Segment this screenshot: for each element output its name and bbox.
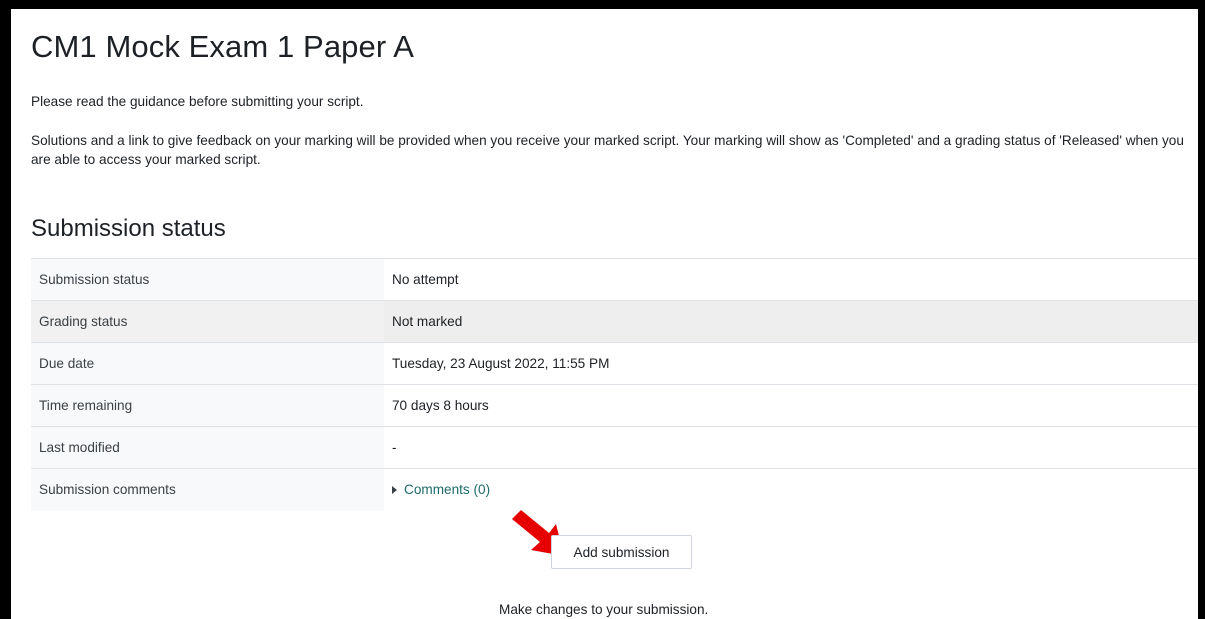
- row-label: Last modified: [31, 426, 384, 469]
- comments-toggle-link[interactable]: Comments (0): [392, 482, 490, 497]
- row-value: Comments (0): [384, 468, 1198, 511]
- add-submission-button[interactable]: Add submission: [551, 535, 692, 569]
- row-label: Due date: [31, 342, 384, 385]
- row-value: Tuesday, 23 August 2022, 11:55 PM: [384, 342, 1198, 385]
- guidance-text: Please read the guidance before submitti…: [31, 94, 364, 109]
- table-row-time-remaining: Time remaining 70 days 8 hours: [31, 384, 1198, 427]
- solutions-info-text: Solutions and a link to give feedback on…: [31, 133, 1184, 167]
- table-row-grading-status: Grading status Not marked: [31, 300, 1198, 343]
- caret-right-icon: [392, 486, 397, 495]
- table-row-submission-status: Submission status No attempt: [31, 258, 1198, 301]
- row-label: Time remaining: [31, 384, 384, 427]
- table-row-due-date: Due date Tuesday, 23 August 2022, 11:55 …: [31, 342, 1198, 385]
- table-row-submission-comments: Submission comments Comments (0): [31, 468, 1198, 511]
- page-title: CM1 Mock Exam 1 Paper A: [31, 29, 415, 64]
- submission-status-table: Submission status No attempt Grading sta…: [31, 258, 1198, 511]
- submission-help-text: Make changes to your submission.: [499, 602, 709, 617]
- row-value: 70 days 8 hours: [384, 384, 1198, 427]
- row-label: Submission comments: [31, 468, 384, 511]
- row-label: Submission status: [31, 258, 384, 301]
- table-row-last-modified: Last modified -: [31, 426, 1198, 469]
- row-value: Not marked: [384, 300, 1198, 343]
- row-value: -: [384, 426, 1198, 469]
- comments-link-label: Comments (0): [404, 482, 491, 498]
- submission-status-heading: Submission status: [31, 215, 226, 242]
- row-value: No attempt: [384, 258, 1198, 301]
- row-label: Grading status: [31, 300, 384, 343]
